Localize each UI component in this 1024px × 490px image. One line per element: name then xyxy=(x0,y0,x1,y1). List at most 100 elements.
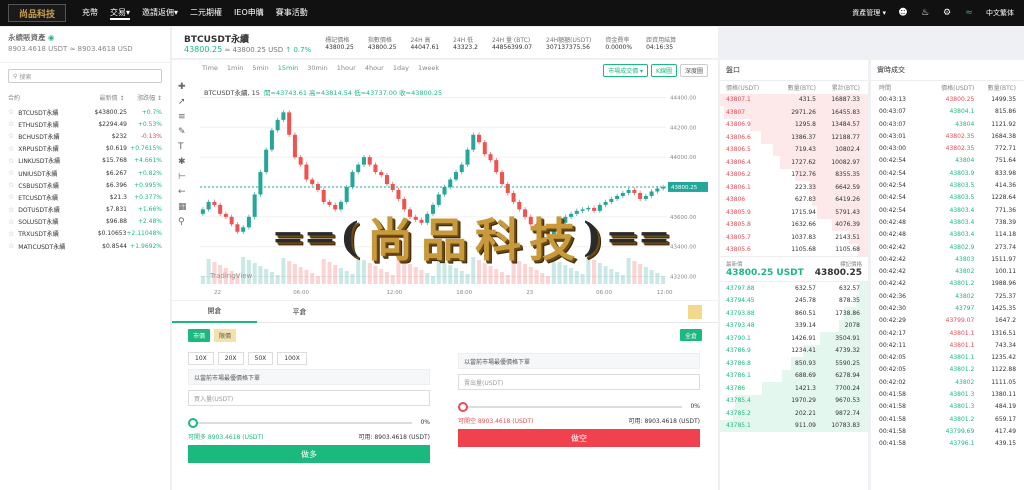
margin-mode-chip[interactable]: 全倉 xyxy=(679,329,702,341)
asks-row[interactable]: 43806.4 1727.62 10082.97 xyxy=(720,156,868,169)
market-row[interactable]: ☆ SOLUSDT永續 $96.88 +2.48% xyxy=(0,216,170,228)
bids-row[interactable]: 43797.88 632.57 632.57 xyxy=(720,282,868,295)
asks-row[interactable]: 43805.7 1037.83 2143.51 xyxy=(720,231,868,244)
user-icon[interactable]: ☻ xyxy=(898,8,908,18)
star-icon[interactable]: ☆ xyxy=(8,218,14,226)
star-icon[interactable]: ☆ xyxy=(8,120,14,128)
asks-row[interactable]: 43805.9 1715.94 5791.43 xyxy=(720,206,868,219)
market-row[interactable]: ☆ UNIUSDT永續 $6.267 +0.82% xyxy=(0,167,170,179)
market-row[interactable]: ☆ LINKUSDT永續 $15.768 +4.661% xyxy=(0,155,170,167)
star-icon[interactable]: ☆ xyxy=(8,206,14,214)
asks-row[interactable]: 43806 627.83 6419.26 xyxy=(720,193,868,206)
star-icon[interactable]: ☆ xyxy=(8,169,14,177)
asks-row[interactable]: 43806.1 223.33 6642.59 xyxy=(720,181,868,194)
timeframe-1day[interactable]: 1day xyxy=(393,64,409,72)
asks-row[interactable]: 43806.9 1295.8 13484.57 xyxy=(720,118,868,131)
bids-row[interactable]: 43794.45 245.78 878.35 xyxy=(720,294,868,307)
sell-price-field[interactable]: 以當前市場最優價格下單 xyxy=(458,353,700,369)
star-icon[interactable]: ☆ xyxy=(8,230,14,238)
nav-item-2[interactable]: 邀請返佣▾ xyxy=(142,7,178,20)
buy-slider[interactable]: 0% xyxy=(188,418,430,428)
market-row[interactable]: ☆ TRXUSDT永續 $0.10653 +2.11048% xyxy=(0,228,170,240)
calculator-icon[interactable] xyxy=(688,304,702,319)
timeframe-30min[interactable]: 30min xyxy=(307,64,328,72)
asks-row[interactable]: 43806.5 719.43 10802.4 xyxy=(720,143,868,156)
bids-row[interactable]: 43786 1421.3 7700.24 xyxy=(720,382,868,395)
buy-qty-input[interactable]: 買入量(USDT) xyxy=(188,390,430,406)
leverage-50X[interactable]: 50X xyxy=(247,352,274,365)
timeframe-4hour[interactable]: 4hour xyxy=(365,64,384,72)
star-icon[interactable]: ☆ xyxy=(8,242,14,250)
limit-order-chip[interactable]: 限價 xyxy=(214,329,237,342)
bids-row[interactable]: 43793.48 339.14 2078 xyxy=(720,319,868,332)
short-button[interactable]: 做空 xyxy=(458,429,700,447)
nav-item-5[interactable]: 賽事活動 xyxy=(276,7,308,20)
buy-price-field[interactable]: 以當前市場最優價格下單 xyxy=(188,369,430,385)
bids-row[interactable]: 43785.2 202.21 9872.74 xyxy=(720,407,868,420)
asks-row[interactable]: 43805.6 1105.68 1105.68 xyxy=(720,243,868,256)
sort-change[interactable]: 漲跌幅 ↕ xyxy=(124,93,162,102)
depth-button[interactable]: 深度圖 xyxy=(679,64,708,77)
market-row[interactable]: ☆ ETCUSDT永續 $21.3 +0.377% xyxy=(0,191,170,203)
timeframe-1week[interactable]: 1week xyxy=(418,64,439,72)
nav-item-3[interactable]: 二元期權 xyxy=(190,7,222,20)
asks-row[interactable]: 43807 2971.26 16455.83 xyxy=(720,106,868,119)
market-row[interactable]: ☆ BTCUSDT永續 $43800.25 +0.7% xyxy=(0,106,170,118)
leverage-10X[interactable]: 10X xyxy=(188,352,214,365)
nav-item-1[interactable]: 交易▾ xyxy=(110,7,131,20)
star-icon[interactable]: ☆ xyxy=(8,108,14,116)
nav-item-0[interactable]: 充幣 xyxy=(82,7,98,20)
market-row[interactable]: ☆ XRPUSDT永續 $0.619 +0.7615% xyxy=(0,143,170,155)
ticker-symbol[interactable]: BTCUSDT永續 xyxy=(184,32,311,45)
leverage-20X[interactable]: 20X xyxy=(217,352,244,365)
asks-row[interactable]: 43806.6 1386.37 12188.77 xyxy=(720,131,868,144)
kline-button[interactable]: K線圖 xyxy=(651,64,677,77)
tab-open-position[interactable]: 開倉 xyxy=(172,301,257,323)
chart-price-type-select[interactable]: 市場成交價 ▾ xyxy=(603,64,649,77)
market-row[interactable]: ☆ BCHUSDT永續 $232 -0.13% xyxy=(0,130,170,142)
bell-icon[interactable]: ♨ xyxy=(920,8,930,18)
market-row[interactable]: ☆ MATICUSDT永續 $0.8544 +1.9692% xyxy=(0,240,170,252)
bids-row[interactable]: 43785.4 1970.29 9670.53 xyxy=(720,394,868,407)
language-selector[interactable]: 中文繁体 xyxy=(986,8,1014,18)
bids-row[interactable]: 43793.88 860.51 1738.86 xyxy=(720,307,868,320)
star-icon[interactable]: ☆ xyxy=(8,181,14,189)
asks-row[interactable]: 43805.8 1632.66 4076.39 xyxy=(720,218,868,231)
leverage-100X[interactable]: 100X xyxy=(277,352,307,365)
sell-slider[interactable]: 0% xyxy=(458,402,700,412)
market-row[interactable]: ☆ CSBUSDT永續 $6.396 +0.995% xyxy=(0,179,170,191)
volume-bar xyxy=(448,265,453,284)
search-input[interactable]: ⚲ 搜索 xyxy=(8,69,162,83)
candlestick-chart[interactable]: 44400.00 44200.00 44000.00 43800.25 43600.00… xyxy=(172,78,718,300)
market-row[interactable]: ☆ DOTUSDT永續 $7.831 +1.66% xyxy=(0,204,170,216)
asks-row[interactable]: 43806.2 1712.76 8355.35 xyxy=(720,168,868,181)
star-icon[interactable]: ☆ xyxy=(8,145,14,153)
tab-close-position[interactable]: 平倉 xyxy=(257,307,342,317)
bids-row[interactable]: 43786.1 688.69 6278.94 xyxy=(720,369,868,382)
asset-management-menu[interactable]: 資產管理 ▾ xyxy=(852,8,886,18)
gear-icon[interactable]: ⚙ xyxy=(942,8,952,18)
market-order-chip[interactable]: 市價 xyxy=(188,329,211,342)
bids-row[interactable]: 43786.9 1234.41 4739.32 xyxy=(720,344,868,357)
timeframe-5min[interactable]: 5min xyxy=(252,64,268,72)
star-icon[interactable]: ☆ xyxy=(8,157,14,165)
timeframe-Time[interactable]: Time xyxy=(202,64,218,72)
market-row[interactable]: ☆ ETHUSDT永續 $2294.49 +0.53% xyxy=(0,118,170,130)
long-button[interactable]: 做多 xyxy=(188,445,430,463)
star-icon[interactable]: ☆ xyxy=(8,132,14,140)
star-icon[interactable]: ☆ xyxy=(8,193,14,201)
timeframe-15min[interactable]: 15min xyxy=(278,64,299,72)
brand-logo[interactable]: 尚品科技 xyxy=(8,4,66,22)
asks-row[interactable]: 43807.1 431.5 16887.33 xyxy=(720,93,868,106)
sort-price[interactable]: 最新價 ↕ xyxy=(79,93,125,102)
nav-item-4[interactable]: IEO申購 xyxy=(234,7,264,20)
timeframe-1min[interactable]: 1min xyxy=(227,64,243,72)
sell-qty-input[interactable]: 賣出量(USDT) xyxy=(458,374,700,390)
bids-row[interactable]: 43790.1 1426.91 3504.91 xyxy=(720,332,868,345)
eye-icon[interactable]: ◉ xyxy=(48,33,55,42)
market-change: +1.66% xyxy=(137,206,162,214)
bids-row[interactable]: 43786.8 850.93 5590.25 xyxy=(720,357,868,370)
bids-row[interactable]: 43785.1 911.09 10783.83 xyxy=(720,419,868,432)
candle-body xyxy=(546,231,551,235)
timeframe-1hour[interactable]: 1hour xyxy=(337,64,356,72)
